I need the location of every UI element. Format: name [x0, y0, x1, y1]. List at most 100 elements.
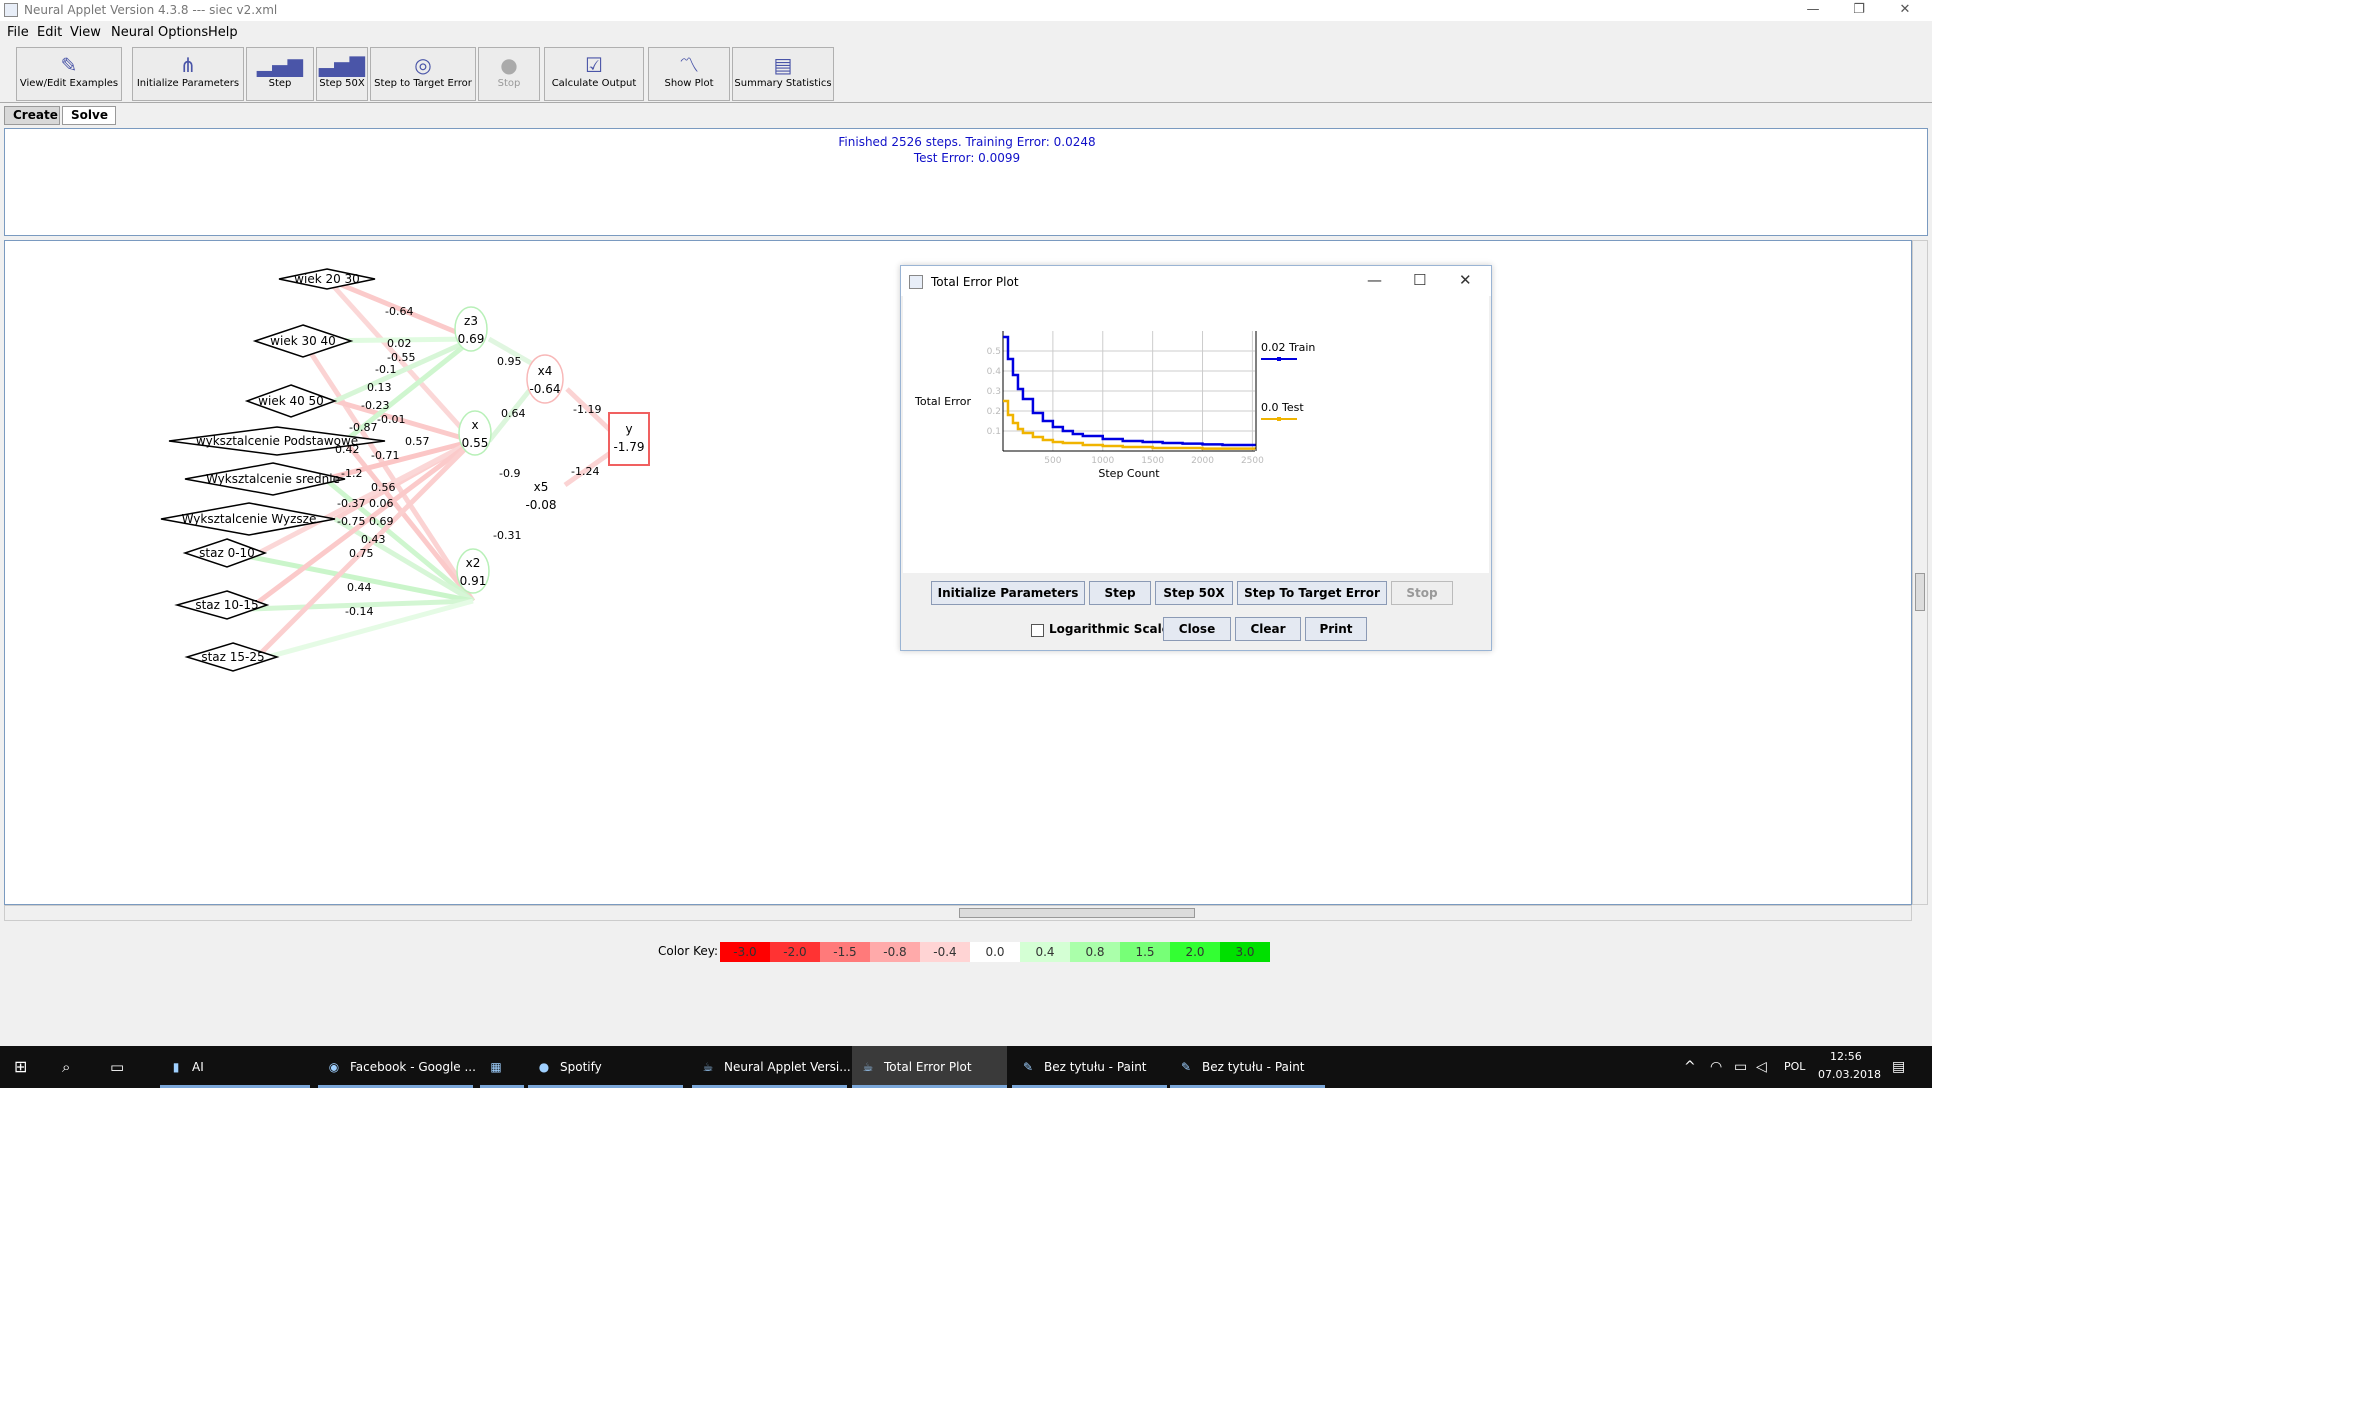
plot-close-button[interactable]: ✕ — [1459, 271, 1472, 289]
taskbar-item[interactable]: ✎ Bez tytułu - Paint — [1012, 1046, 1167, 1088]
step-button[interactable]: ▂▄▆ Step — [246, 47, 314, 101]
weight-label: -0.1 — [375, 363, 396, 376]
taskbar-item[interactable]: ☕ Neural Applet Versi... — [692, 1046, 851, 1088]
y-axis-label: Total Error — [914, 395, 971, 408]
color-key-cell: 0.8 — [1070, 942, 1120, 962]
plot-close-window-button[interactable]: Close — [1163, 617, 1231, 641]
x-tick-label: 500 — [1044, 456, 1061, 466]
color-key-cell: -0.8 — [870, 942, 920, 962]
plot-clear-button[interactable]: Clear — [1235, 617, 1301, 641]
plot-print-button[interactable]: Print — [1305, 617, 1367, 641]
windows-start-icon[interactable]: ⊞ — [14, 1046, 27, 1088]
view-edit-examples-button[interactable]: ✎ View/Edit Examples — [16, 47, 122, 101]
taskbar-item[interactable]: ● Spotify — [528, 1046, 683, 1088]
task-view-icon[interactable]: ▭ — [110, 1046, 124, 1088]
taskbar-item-label: AI — [192, 1060, 204, 1074]
search-icon[interactable]: ⌕ — [62, 1046, 70, 1088]
minimize-button[interactable]: — — [1790, 0, 1836, 21]
hidden-label-x5-name: x5 — [534, 480, 549, 494]
step-50x-button[interactable]: ▃▅▇ Step 50X — [316, 47, 368, 101]
plot-initialize-parameters-button[interactable]: Initialize Parameters — [931, 581, 1085, 605]
taskbar-item[interactable]: ▦ — [480, 1046, 524, 1088]
vertical-scrollbar[interactable] — [1912, 240, 1928, 905]
taskbar-running-indicator — [480, 1085, 524, 1088]
step-to-target-error-button[interactable]: ◎ Step to Target Error — [370, 47, 476, 101]
menu-neural-options[interactable]: Neural Options — [111, 25, 208, 40]
log-scale-label[interactable]: Logarithmic Scale — [1049, 622, 1170, 636]
taskbar-item[interactable]: ✎ Bez tytułu - Paint — [1170, 1046, 1325, 1088]
stop-icon: ● — [500, 53, 518, 77]
input-label-wyksztalcenie-srednie: Wyksztalcenie srednie — [206, 472, 340, 486]
windows-taskbar: ⊞ ⌕ ▭ ▮ AI ◉ Facebook - Google ... ▦ ● Spotify… — [0, 1046, 1932, 1088]
weight-label: -1.24 — [571, 465, 599, 478]
taskbar-item[interactable]: ◉ Facebook - Google ... — [318, 1046, 476, 1088]
taskbar-running-indicator — [1012, 1085, 1167, 1088]
network-icon: ⋔ — [179, 53, 197, 77]
input-label-staz-0-10: staz 0-10 — [199, 546, 255, 560]
menu-help[interactable]: Help — [208, 25, 238, 40]
taskbar-item[interactable]: ☕ Total Error Plot — [852, 1046, 1007, 1088]
plot-step-button[interactable]: Step — [1089, 581, 1151, 605]
weight-label: -0.64 — [385, 305, 413, 318]
output-label-value: -1.79 — [613, 440, 644, 454]
weight-label: 0.56 — [371, 481, 396, 494]
calculate-output-button[interactable]: ☑ Calculate Output — [544, 47, 644, 101]
initialize-parameters-button[interactable]: ⋔ Initialize Parameters — [132, 47, 244, 101]
chevron-up-icon[interactable]: ^ — [1684, 1046, 1696, 1088]
tab-solve[interactable]: Solve — [62, 106, 116, 125]
volume-icon[interactable]: ◁ — [1756, 1046, 1767, 1088]
total-error-chart: 500 1000 1500 2000 2500 0.1 0.2 0.3 0.4 0.5 Step C… — [914, 331, 1315, 480]
plot-minimize-button[interactable]: — — [1367, 271, 1382, 289]
input-label-staz-15-25: staz 15-25 — [201, 650, 264, 664]
weight-label: -0.87 — [349, 421, 377, 434]
paint-icon: ✎ — [1022, 1060, 1034, 1074]
wifi-icon[interactable]: ◠ — [1710, 1046, 1722, 1088]
horizontal-scrollbar[interactable] — [4, 905, 1912, 921]
horizontal-scroll-thumb[interactable] — [959, 908, 1195, 918]
hidden-label-x5-value: -0.08 — [525, 498, 556, 512]
menu-view[interactable]: View — [70, 25, 101, 40]
weight-label: 0.13 — [367, 381, 392, 394]
hidden-label-z3-value: 0.69 — [458, 332, 485, 346]
stop-button[interactable]: ● Stop — [478, 47, 540, 101]
bars-icon: ▂▄▆ — [256, 53, 304, 77]
show-plot-button[interactable]: 〽 Show Plot — [648, 47, 730, 101]
taskbar-item-label: Neural Applet Versi... — [724, 1060, 851, 1074]
input-label-wiek-40-50: wiek 40 50 — [258, 394, 324, 408]
plot-stop-button[interactable]: Stop — [1391, 581, 1453, 605]
java-icon: ☕ — [702, 1060, 714, 1074]
taskbar-item[interactable]: ▮ AI — [160, 1046, 310, 1088]
plot-step-to-target-error-button[interactable]: Step To Target Error — [1237, 581, 1387, 605]
weight-label: 0.75 — [349, 547, 374, 560]
battery-icon[interactable]: ▭ — [1734, 1046, 1747, 1088]
color-key-cell: -3.0 — [720, 942, 770, 962]
menu-edit[interactable]: Edit — [37, 25, 62, 40]
notifications-icon[interactable]: ▤ — [1892, 1046, 1905, 1088]
tab-create[interactable]: Create — [4, 106, 60, 125]
edit-icon: ✎ — [60, 53, 78, 77]
input-label-staz-10-15: staz 10-15 — [195, 598, 258, 612]
output-node-y[interactable] — [608, 412, 650, 466]
plot-step-50x-button[interactable]: Step 50X — [1155, 581, 1233, 605]
color-key-label: Color Key: — [658, 944, 719, 958]
weight-label: -0.01 — [377, 413, 405, 426]
color-key-cell: 2.0 — [1170, 942, 1220, 962]
taskbar-item-label: Bez tytułu - Paint — [1202, 1060, 1305, 1074]
plot-maximize-button[interactable]: ☐ — [1413, 271, 1426, 289]
plot-icon: 〽 — [679, 53, 699, 77]
hidden-label-x2-name: x2 — [466, 556, 481, 570]
color-key-cell: 3.0 — [1220, 942, 1270, 962]
log-scale-checkbox[interactable] — [1031, 624, 1044, 637]
restore-button[interactable]: ❐ — [1836, 0, 1882, 21]
weight-label: 0.64 — [501, 407, 526, 420]
language-indicator[interactable]: POL — [1784, 1046, 1805, 1088]
close-button[interactable]: ✕ — [1882, 0, 1928, 21]
summary-statistics-button[interactable]: ▤ Summary Statistics — [732, 47, 834, 101]
x-tick-label: 2500 — [1241, 456, 1264, 466]
color-key-cell: -1.5 — [820, 942, 870, 962]
color-key-cell: -0.4 — [920, 942, 970, 962]
vertical-scroll-thumb[interactable] — [1915, 573, 1925, 611]
taskbar-running-indicator — [160, 1085, 310, 1088]
menu-file[interactable]: File — [7, 25, 29, 40]
taskbar-running-indicator — [1170, 1085, 1325, 1088]
